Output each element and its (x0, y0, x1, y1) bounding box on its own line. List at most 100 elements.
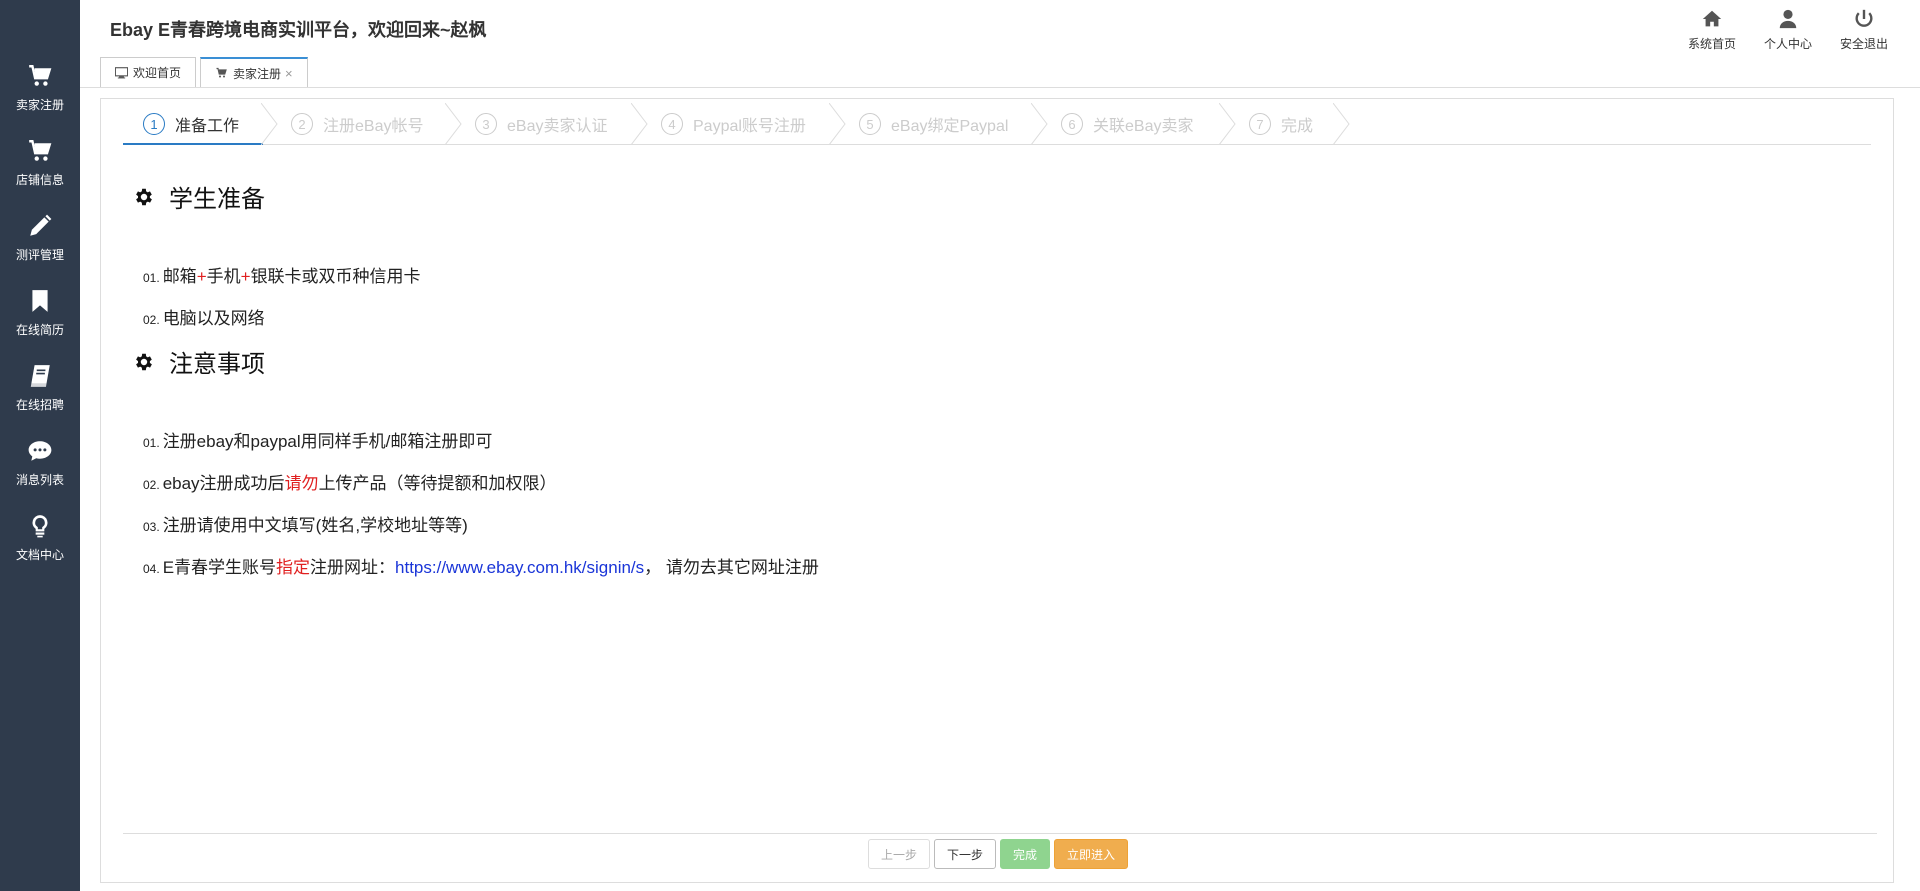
gear-icon (133, 186, 155, 208)
sidebar-item-label: 文档中心 (15, 548, 64, 562)
list-number: 04. (143, 562, 160, 576)
step-label: 完成 (1281, 118, 1314, 135)
tab-welcome[interactable]: 欢迎首页 (100, 57, 197, 87)
sidebar-item-review[interactable]: 测评管理 (0, 200, 80, 275)
list-text: ebay注册成功后 (162, 474, 285, 493)
main-panel: 1 准备工作 2 注册eBay帐号 3 eBay卖家认证 4 Paypal账号注… (100, 98, 1894, 883)
power-icon (1851, 6, 1877, 32)
tab-seller-register-label: 卖家注册 (233, 66, 282, 81)
header: Ebay E青春跨境电商实训平台，欢迎回来~赵枫 系统首页 个人中心 安全退出 (80, 0, 1920, 55)
list-text: 邮箱 (162, 267, 197, 286)
step-label: eBay卖家认证 (507, 118, 608, 135)
sidebar-item-label: 在线招聘 (15, 398, 64, 412)
top-nav: 系统首页 个人中心 安全退出 (1674, 6, 1902, 52)
step-chevron (828, 102, 847, 146)
user-icon (1775, 6, 1801, 32)
warning-text: 指定 (276, 558, 311, 577)
step-5[interactable]: 5 eBay绑定Paypal (859, 103, 1008, 145)
nav-profile-button[interactable]: 个人中心 (1750, 6, 1826, 52)
step-4[interactable]: 4 Paypal账号注册 (661, 103, 806, 145)
step-7[interactable]: 7 完成 (1249, 103, 1313, 145)
list-item: 01. 邮箱+手机+银联卡或双币种信用卡 (143, 262, 421, 287)
step-label: eBay绑定Paypal (891, 118, 1009, 135)
list-text: ， 请勿去其它网址注册 (644, 558, 819, 577)
book-icon (26, 362, 54, 390)
sidebar-item-label: 店铺信息 (15, 173, 64, 187)
step-chevron (260, 102, 279, 146)
cart-icon (26, 137, 54, 165)
sidebar-item-label: 卖家注册 (15, 98, 64, 112)
sidebar-item-recruit[interactable]: 在线招聘 (0, 350, 80, 425)
list-item: 02. ebay注册成功后请勿上传产品（等待提额和加权限） (143, 469, 557, 494)
sidebar-item-label: 测评管理 (15, 248, 64, 262)
list-item: 02. 电脑以及网络 (143, 304, 265, 329)
next-step-button[interactable]: 下一步 (934, 839, 996, 869)
enter-now-button[interactable]: 立即进入 (1054, 839, 1128, 869)
sidebar-item-label: 在线简历 (15, 323, 64, 337)
list-number: 03. (143, 520, 160, 534)
list-item: 01. 注册ebay和paypal用同样手机/邮箱注册即可 (143, 427, 492, 452)
step-number: 1 (143, 113, 165, 135)
list-text: 注册ebay和paypal用同样手机/邮箱注册即可 (162, 432, 493, 451)
step-6[interactable]: 6 关联eBay卖家 (1061, 103, 1193, 145)
list-text: E青春学生账号 (162, 558, 277, 577)
list-text: 银联卡或双币种信用卡 (250, 267, 421, 286)
sidebar-item-docs[interactable]: 文档中心 (0, 500, 80, 575)
list-number: 01. (143, 271, 160, 285)
list-text: 电脑以及网络 (162, 309, 265, 328)
app-title: Ebay E青春跨境电商实训平台，欢迎回来~赵枫 (110, 20, 487, 40)
list-text: 注册网址： (310, 558, 396, 577)
list-item: 04. E青春学生账号指定注册网址：https://www.ebay.com.hk… (143, 553, 819, 578)
step-label: 注册eBay帐号 (323, 118, 424, 135)
close-icon[interactable]: × (285, 66, 293, 81)
ebay-signin-link[interactable]: https://www.ebay.com.hk/signin/s (395, 558, 644, 577)
section-title-preparation: 学生准备 (133, 179, 265, 214)
list-number: 02. (143, 478, 160, 492)
step-chevron (444, 102, 463, 146)
chat-icon (26, 437, 54, 465)
section-title-notes: 注意事项 (133, 344, 265, 379)
step-number: 5 (859, 113, 881, 135)
list-text: 上传产品（等待提额和加权限） (318, 474, 557, 493)
nav-home-button[interactable]: 系统首页 (1674, 6, 1750, 52)
tab-bar: 欢迎首页 卖家注册 × (100, 57, 1920, 87)
step-chevron (1218, 102, 1237, 146)
sidebar-item-resume[interactable]: 在线简历 (0, 275, 80, 350)
step-progress: 1 准备工作 2 注册eBay帐号 3 eBay卖家认证 4 Paypal账号注… (123, 102, 1871, 146)
section-title-text: 注意事项 (169, 351, 265, 378)
cart-icon (26, 62, 54, 90)
monitor-icon (115, 66, 129, 79)
list-number: 02. (143, 313, 160, 327)
list-text: 注册请使用中文填写(姓名,学校地址等等) (162, 516, 468, 535)
step-2[interactable]: 2 注册eBay帐号 (291, 103, 423, 145)
home-icon (1699, 6, 1725, 32)
step-active-underline (123, 143, 263, 145)
step-label: 关联eBay卖家 (1093, 118, 1194, 135)
sidebar-item-messages[interactable]: 消息列表 (0, 425, 80, 500)
step-number: 3 (475, 113, 497, 135)
sidebar-item-label: 消息列表 (15, 473, 64, 487)
step-1[interactable]: 1 准备工作 (143, 103, 239, 145)
warning-text: 请勿 (284, 474, 319, 493)
nav-logout-button[interactable]: 安全退出 (1826, 6, 1902, 52)
gear-icon (133, 351, 155, 373)
step-3[interactable]: 3 eBay卖家认证 (475, 103, 607, 145)
prev-step-button[interactable]: 上一步 (868, 839, 930, 869)
tab-seller-register[interactable]: 卖家注册 × (200, 57, 308, 87)
sidebar-item-seller-register[interactable]: 卖家注册 (0, 50, 80, 125)
plus-sign: + (240, 267, 251, 286)
footer-buttons: 上一步 下一步 完成 立即进入 (868, 839, 1132, 869)
step-number: 2 (291, 113, 313, 135)
list-text: 手机 (206, 267, 241, 286)
step-chevron (1332, 102, 1351, 146)
step-number: 4 (661, 113, 683, 135)
nav-profile-label: 个人中心 (1763, 37, 1812, 51)
sidebar-item-shop-info[interactable]: 店铺信息 (0, 125, 80, 200)
lightbulb-icon (26, 512, 54, 540)
nav-logout-label: 安全退出 (1839, 37, 1888, 51)
step-label: 准备工作 (175, 118, 240, 135)
sidebar: 卖家注册 店铺信息 测评管理 在线简历 在线招聘 消息列表 文档中心 (0, 0, 80, 891)
tab-divider (80, 87, 1920, 88)
finish-button[interactable]: 完成 (1000, 839, 1050, 869)
bookmark-icon (26, 287, 54, 315)
